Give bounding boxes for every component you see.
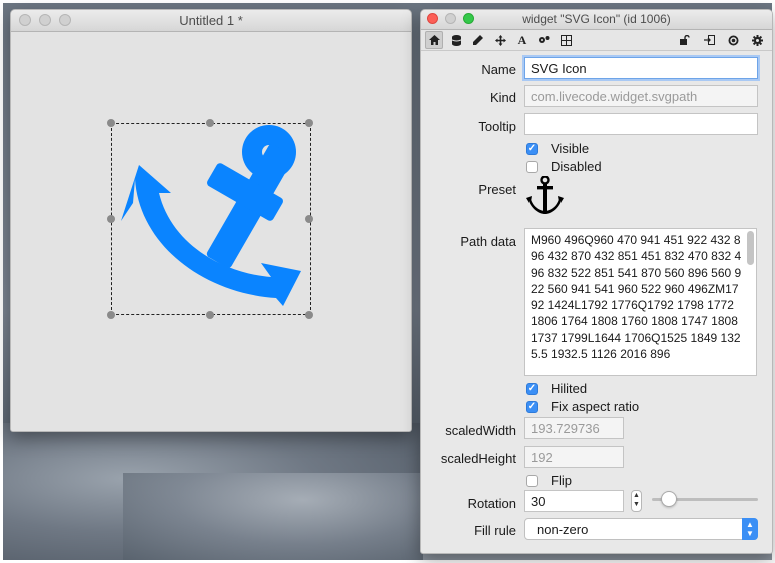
fill-rule-value: non-zero [537, 522, 589, 537]
fill-rule-select[interactable]: non-zero ▲ ▼ [524, 518, 758, 540]
zoom-button[interactable] [463, 13, 474, 24]
text-format-icon[interactable]: A [513, 31, 531, 49]
pencil-icon[interactable] [469, 31, 487, 49]
flip-checkbox[interactable] [526, 474, 538, 487]
move-icon[interactable] [491, 31, 509, 49]
inspector-titlebar[interactable]: widget "SVG Icon" (id 1006) [421, 10, 772, 30]
stack-window: Untitled 1 * [10, 9, 412, 432]
name-label: Name [481, 62, 516, 77]
rotation-slider-knob[interactable] [661, 491, 677, 507]
resize-handle[interactable] [107, 119, 115, 127]
hilited-checkbox-row[interactable]: Hilited [526, 381, 587, 396]
resize-handle[interactable] [107, 311, 115, 319]
close-button[interactable] [427, 13, 438, 24]
background-rock [123, 473, 423, 560]
hilited-checkbox[interactable] [526, 382, 538, 395]
tooltip-field[interactable] [524, 113, 758, 135]
inspector-toolbar: A [421, 30, 772, 51]
scaled-width-label: scaledWidth [445, 423, 516, 438]
window-title: Untitled 1 * [179, 13, 243, 28]
preset-label: Preset [478, 182, 516, 197]
card-canvas[interactable] [11, 32, 411, 431]
flip-checkbox-row[interactable]: Flip [526, 473, 572, 488]
property-inspector-window: widget "SVG Icon" (id 1006) A Name SVG I… [420, 9, 773, 554]
hilited-label: Hilited [551, 381, 588, 396]
home-icon[interactable] [425, 31, 443, 49]
fix-aspect-checkbox[interactable] [526, 400, 538, 413]
rotation-stepper[interactable]: ▲ ▼ [631, 490, 642, 512]
disabled-checkbox-row[interactable]: Disabled [526, 159, 602, 174]
visible-checkbox[interactable] [526, 142, 538, 155]
kind-field[interactable] [524, 85, 758, 107]
minimize-button[interactable] [445, 13, 456, 24]
resize-handle[interactable] [206, 119, 214, 127]
rotation-field[interactable] [524, 490, 624, 512]
minimize-button[interactable] [39, 14, 51, 26]
path-data-label: Path data [460, 234, 516, 249]
path-data-scrollbar[interactable] [747, 231, 754, 265]
zoom-button[interactable] [59, 14, 71, 26]
fill-rule-label: Fill rule [474, 523, 516, 538]
lock-icon[interactable] [676, 31, 694, 49]
resize-handle[interactable] [305, 311, 313, 319]
disabled-label: Disabled [551, 159, 602, 174]
settings-icon[interactable] [748, 31, 766, 49]
kind-label: Kind [489, 90, 516, 105]
resize-handle[interactable] [206, 311, 214, 319]
disabled-checkbox[interactable] [526, 160, 538, 173]
window-titlebar[interactable]: Untitled 1 * [11, 10, 411, 32]
grid-move-icon[interactable] [557, 31, 575, 49]
scaled-height-field[interactable] [524, 446, 624, 468]
resize-handle[interactable] [107, 215, 115, 223]
resize-handle[interactable] [305, 119, 313, 127]
close-button[interactable] [19, 14, 31, 26]
database-icon[interactable] [447, 31, 465, 49]
scaled-height-label: scaledHeight [440, 451, 516, 466]
gear-options-icon[interactable] [535, 31, 553, 49]
anchor-icon[interactable] [524, 176, 566, 216]
fix-aspect-checkbox-row[interactable]: Fix aspect ratio [526, 399, 639, 414]
path-data-field[interactable]: M960 496Q960 470 941 451 922 432 896 432… [524, 228, 757, 376]
tooltip-label: Tooltip [478, 119, 516, 134]
flip-label: Flip [551, 473, 572, 488]
inspector-title: widget "SVG Icon" (id 1006) [522, 12, 671, 26]
scaled-width-field[interactable] [524, 417, 624, 439]
target-icon[interactable] [724, 31, 742, 49]
path-data-text: M960 496Q960 470 941 451 922 432 896 432… [531, 233, 742, 362]
name-field[interactable] [524, 57, 758, 79]
exit-icon[interactable] [700, 31, 718, 49]
resize-handle[interactable] [305, 215, 313, 223]
fix-aspect-label: Fix aspect ratio [551, 399, 640, 414]
visible-checkbox-row[interactable]: Visible [526, 141, 589, 156]
chevron-updown-icon[interactable]: ▲ ▼ [742, 518, 758, 540]
selection-box [111, 123, 311, 315]
visible-label: Visible [551, 141, 590, 156]
rotation-label: Rotation [467, 496, 516, 511]
